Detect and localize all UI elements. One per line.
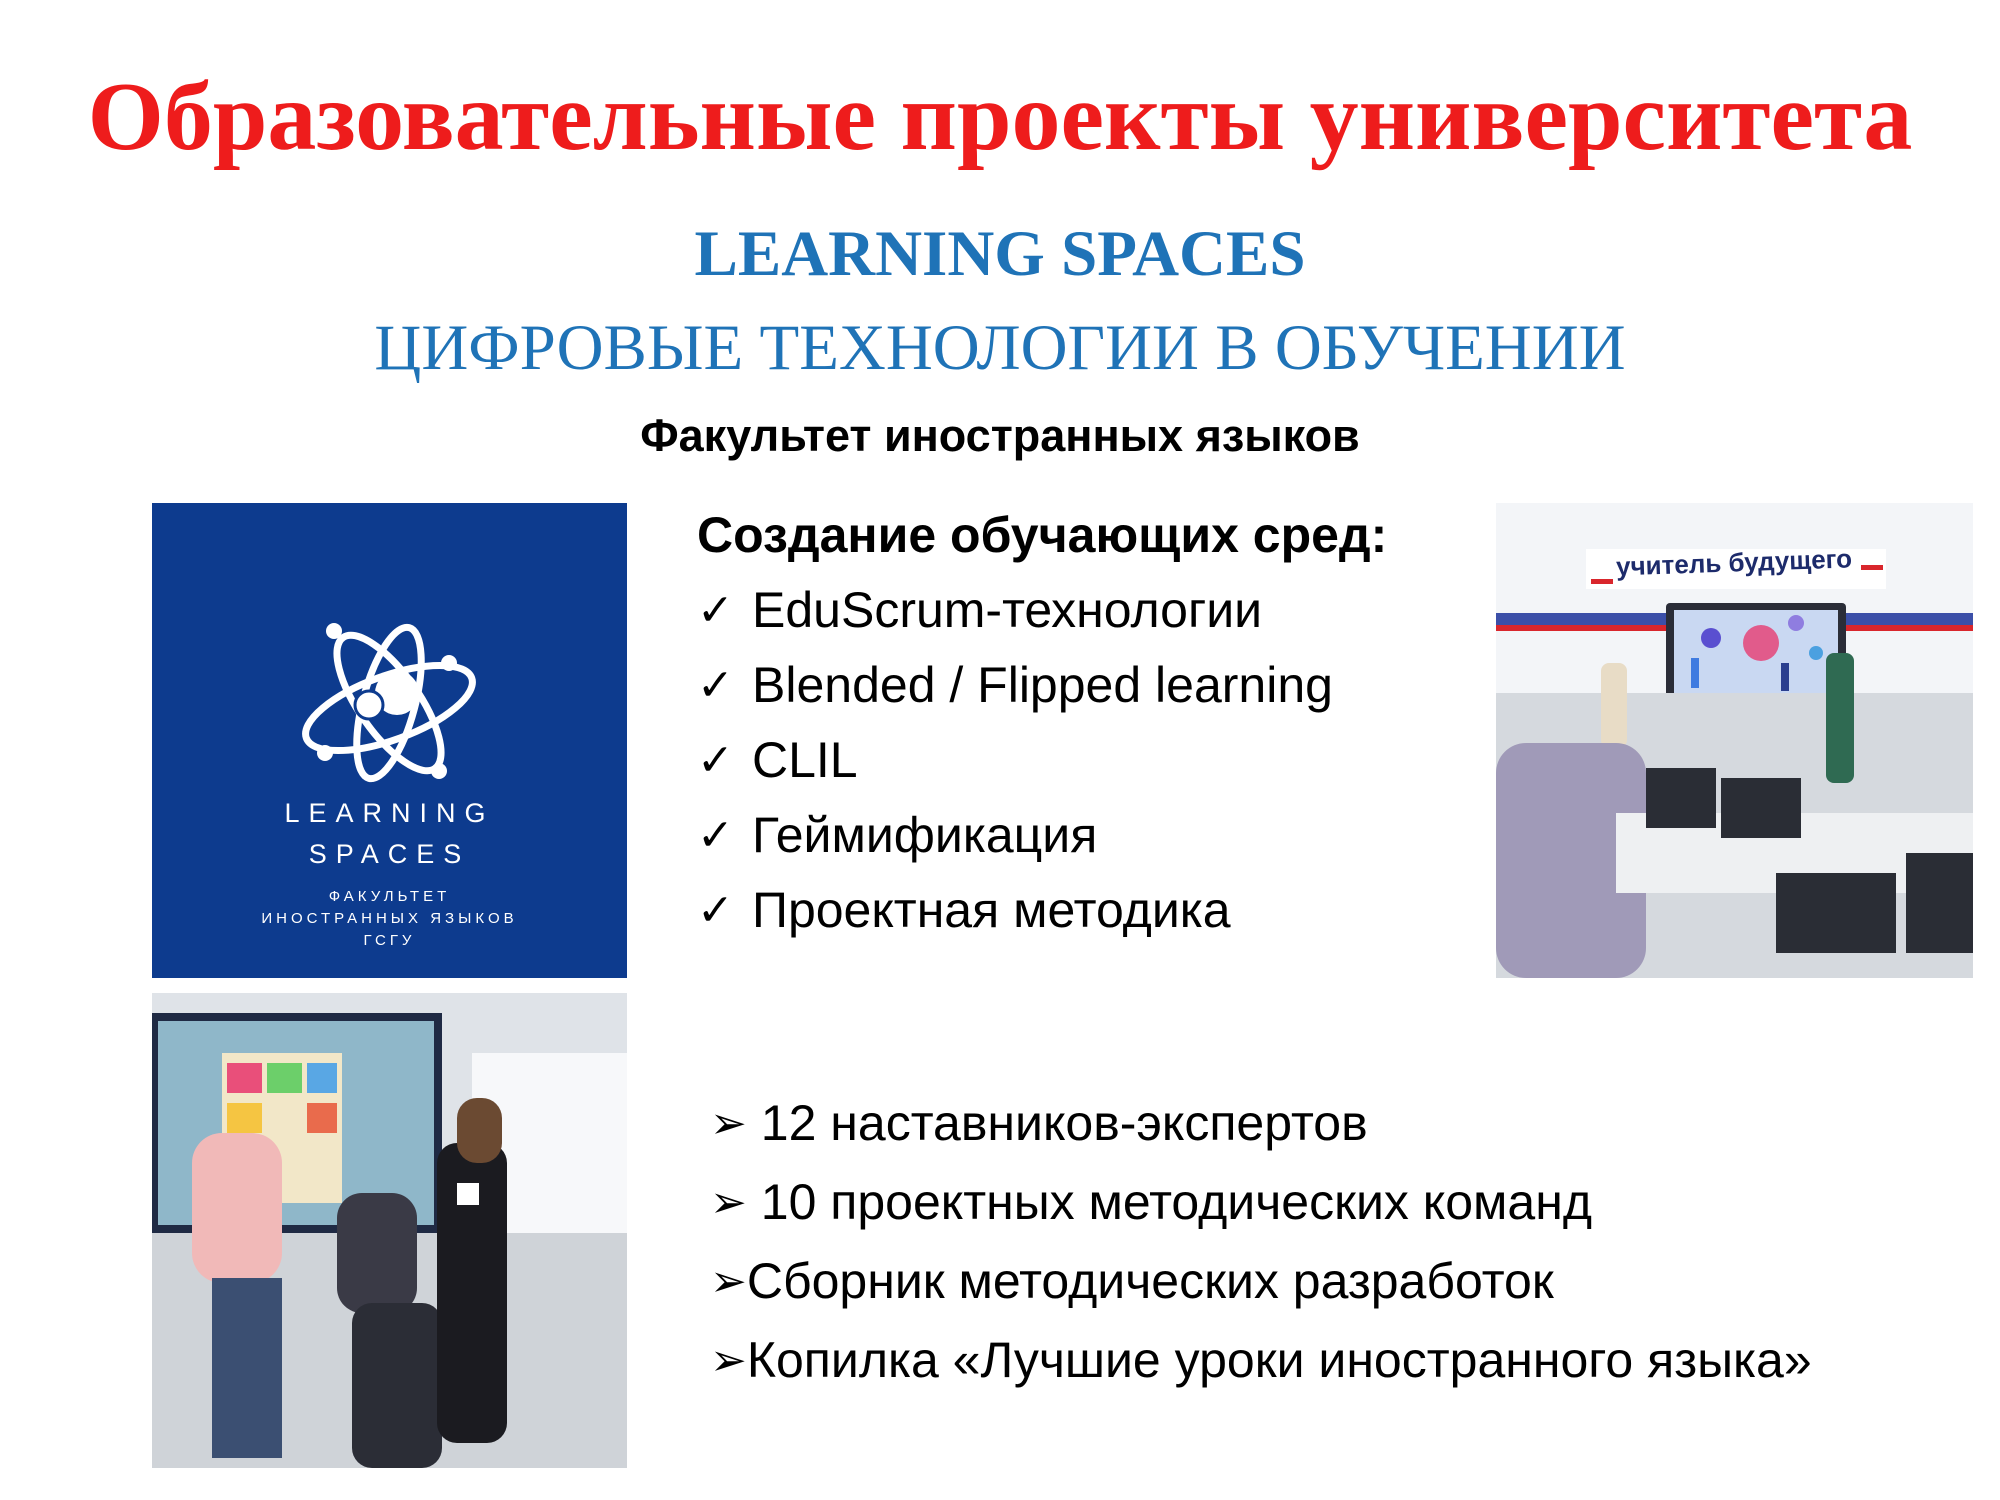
list-item: ✓ CLIL bbox=[697, 723, 1333, 798]
list-item: ➢ Копилка «Лучшие уроки иностранного язык… bbox=[710, 1321, 1812, 1400]
learning-spaces-logo: LEARNING SPACES ФАКУЛЬТЕТ ИНОСТРАННЫХ ЯЗ… bbox=[152, 503, 627, 978]
list-item-label: Проектная методика bbox=[752, 882, 1231, 938]
list-item: ➢ Сборник методических разработок bbox=[710, 1242, 1812, 1321]
list-item-label: 12 наставников-экспертов bbox=[746, 1095, 1368, 1151]
checkmark-icon: ✓ bbox=[697, 886, 734, 935]
checkmark-icon: ✓ bbox=[697, 661, 734, 710]
environments-list: ✓ EduScrum-технологии ✓ Blended / Flipped … bbox=[697, 573, 1333, 948]
achievements-list: ➢ 12 наставников-экспертов ➢ 10 проектны… bbox=[710, 1084, 1812, 1400]
list-item-label: Blended / Flipped learning bbox=[752, 657, 1333, 713]
interactive-board-photo bbox=[152, 993, 627, 1468]
classroom-photo: учитель будущего bbox=[1496, 503, 1973, 978]
logo-faculty-line: ФАКУЛЬТЕТ bbox=[328, 888, 451, 905]
arrow-bullet-icon: ➢ bbox=[710, 1336, 747, 1385]
checkmark-icon: ✓ bbox=[697, 811, 734, 860]
list-item-label: CLIL bbox=[752, 732, 858, 788]
arrow-bullet-icon: ➢ bbox=[710, 1099, 747, 1148]
list-item: ✓ Проектная методика bbox=[697, 873, 1333, 948]
subtitle-digital-technologies: ЦИФРОВЫЕ ТЕХНОЛОГИИ В ОБУЧЕНИИ bbox=[374, 312, 1626, 384]
faculty-name: Факультет иностранных языков bbox=[640, 410, 1360, 461]
list-item-label: EduScrum-технологии bbox=[752, 582, 1263, 638]
interactive-board-photo-image bbox=[152, 993, 627, 1468]
list-item: ➢ 12 наставников-экспертов bbox=[710, 1084, 1812, 1163]
list-item: ✓ Blended / Flipped learning bbox=[697, 648, 1333, 723]
list-item: ✓ Геймификация bbox=[697, 798, 1333, 873]
list-item-label: Сборник методических разработок bbox=[746, 1253, 1554, 1309]
subtitle-learning-spaces: LEARNING SPACES bbox=[694, 218, 1306, 290]
list-item-label: Геймификация bbox=[752, 807, 1098, 863]
list-item-label: Копилка «Лучшие уроки иностранного языка… bbox=[746, 1332, 1812, 1388]
arrow-bullet-icon: ➢ bbox=[710, 1257, 747, 1306]
list-item: ✓ EduScrum-технологии bbox=[697, 573, 1333, 648]
logo-university-line: ГСГУ bbox=[363, 932, 416, 949]
logo-languages-line: ИНОСТРАННЫХ ЯЗЫКОВ bbox=[261, 910, 518, 927]
list-item-label: 10 проектных методических команд bbox=[746, 1174, 1592, 1230]
list-item: ➢ 10 проектных методических команд bbox=[710, 1163, 1812, 1242]
atom-icon bbox=[302, 623, 476, 783]
checkmark-icon: ✓ bbox=[697, 736, 734, 785]
logo-word-spaces: SPACES bbox=[308, 839, 471, 869]
environments-heading: Создание обучающих сред: bbox=[697, 507, 1388, 563]
logo-word-learning: LEARNING bbox=[284, 798, 495, 828]
slide-title: Образовательные проекты университета bbox=[87, 63, 1913, 171]
checkmark-icon: ✓ bbox=[697, 586, 734, 635]
arrow-bullet-icon: ➢ bbox=[710, 1178, 747, 1227]
